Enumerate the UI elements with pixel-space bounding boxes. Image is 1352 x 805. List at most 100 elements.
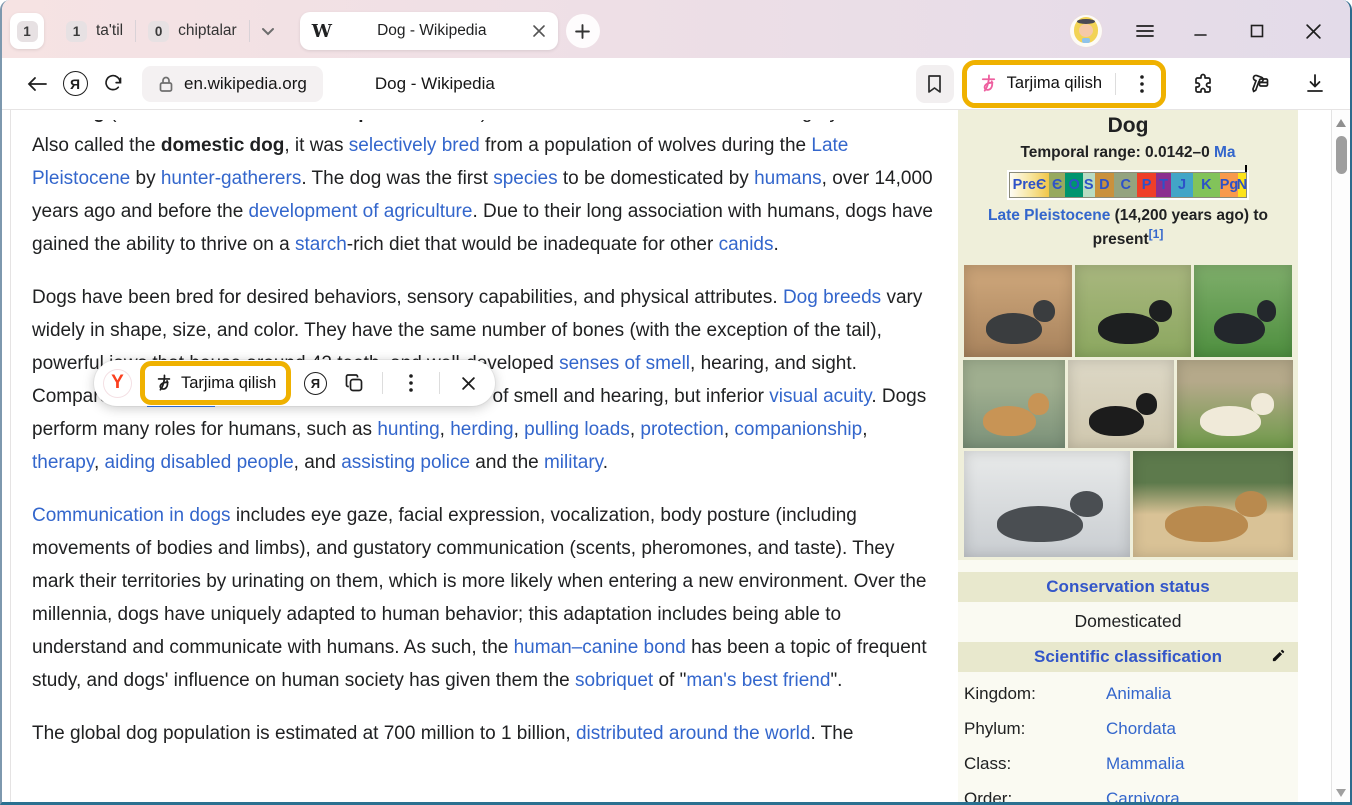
copy-icon[interactable] bbox=[339, 368, 369, 398]
article-link[interactable]: canids bbox=[719, 234, 774, 255]
yandex-search-icon[interactable]: Я bbox=[56, 65, 94, 103]
article-link[interactable]: herding bbox=[450, 419, 513, 440]
temporal-range-detail: Late Pleistocene (14,200 years ago) to p… bbox=[972, 204, 1284, 252]
password-key-icon[interactable] bbox=[1240, 65, 1278, 103]
active-tab-dog-wikipedia[interactable]: W Dog - Wikipedia bbox=[300, 12, 558, 50]
article-link[interactable]: hunting bbox=[377, 419, 439, 440]
edit-pencil-icon[interactable] bbox=[1271, 648, 1286, 663]
profile-avatar[interactable] bbox=[1070, 15, 1102, 47]
scientific-classification-header[interactable]: Scientific classification bbox=[958, 642, 1298, 672]
taxonomy-row: Class: Mammalia bbox=[964, 746, 1298, 781]
article-link[interactable]: assisting police bbox=[341, 452, 470, 473]
timescale-segment[interactable]: D bbox=[1095, 173, 1114, 197]
popup-kebab-icon[interactable] bbox=[396, 368, 426, 398]
taxonomy-value-link[interactable]: Mammalia bbox=[1106, 754, 1184, 774]
translate-kebab-icon[interactable] bbox=[1129, 65, 1155, 103]
article-link[interactable]: selectively bred bbox=[349, 135, 480, 156]
taxonomy-value-link[interactable]: Animalia bbox=[1106, 684, 1171, 704]
vertical-scrollbar[interactable] bbox=[1331, 110, 1350, 805]
scroll-up-arrow-icon[interactable] bbox=[1336, 119, 1346, 127]
article-link[interactable]: protection bbox=[640, 419, 723, 440]
timescale-segment[interactable]: P bbox=[1137, 173, 1155, 197]
canaan-dog-photo[interactable] bbox=[1075, 265, 1191, 357]
article-link[interactable]: distributed around the world bbox=[576, 723, 810, 744]
article-link[interactable]: [1] bbox=[1149, 227, 1164, 241]
timescale-segment[interactable]: K bbox=[1193, 173, 1220, 197]
article-link[interactable]: hunter-gatherers bbox=[161, 168, 301, 189]
timescale-segment[interactable]: C bbox=[1114, 173, 1137, 197]
article-link[interactable]: humans bbox=[754, 168, 822, 189]
article-link[interactable]: pulling loads bbox=[524, 419, 630, 440]
back-icon[interactable] bbox=[18, 65, 56, 103]
ma-link[interactable]: Ma bbox=[1214, 144, 1236, 161]
bookmark-icon[interactable] bbox=[916, 65, 954, 103]
yandex-logo-icon[interactable]: Y bbox=[104, 370, 131, 397]
reload-icon[interactable] bbox=[94, 65, 132, 103]
tab-chip-count-badge: 1 bbox=[66, 21, 87, 42]
new-tab-button[interactable] bbox=[566, 14, 600, 48]
extensions-puzzle-icon[interactable] bbox=[1184, 65, 1222, 103]
timescale-segment[interactable]: O bbox=[1065, 173, 1083, 197]
dog-photo-grid bbox=[958, 262, 1298, 560]
article-link[interactable]: therapy bbox=[32, 452, 94, 473]
article-link[interactable]: sobriquet bbox=[575, 670, 653, 691]
timescale-segment[interactable]: S bbox=[1083, 173, 1095, 197]
article-link[interactable]: man's best friend bbox=[686, 670, 830, 691]
popup-translate-highlight: Tarjima qilish bbox=[140, 361, 291, 405]
jack-russell-terrier-photo[interactable] bbox=[1177, 360, 1293, 448]
popup-close-icon[interactable] bbox=[453, 368, 483, 398]
article-link[interactable]: Communication in dogs bbox=[32, 505, 231, 526]
black-labrador-snow-photo[interactable] bbox=[1068, 360, 1174, 448]
timescale-segment[interactable]: Pg bbox=[1220, 173, 1238, 197]
taxonomy-value-link[interactable]: Chordata bbox=[1106, 719, 1176, 739]
japanese-chin-photo[interactable] bbox=[1194, 265, 1292, 357]
article-link[interactable]: Late Pleistocene bbox=[988, 207, 1110, 224]
mudi-dog-running-photo[interactable] bbox=[964, 265, 1072, 357]
sled-dogs-snow-photo[interactable] bbox=[964, 451, 1130, 557]
dog-nursing-puppies-sand-photo[interactable] bbox=[1133, 451, 1293, 557]
window-maximize-button[interactable] bbox=[1240, 14, 1274, 48]
text-run: and the bbox=[470, 452, 544, 473]
search-selection-icon[interactable]: Я bbox=[300, 368, 330, 398]
chevron-down-icon[interactable] bbox=[260, 23, 276, 39]
timescale-segment[interactable]: J bbox=[1171, 173, 1192, 197]
timescale-segment[interactable]: T bbox=[1156, 173, 1172, 197]
divider bbox=[1115, 73, 1116, 95]
address-bar[interactable]: en.wikipedia.org bbox=[142, 66, 323, 102]
scrollbar-thumb[interactable] bbox=[1336, 136, 1347, 174]
article-link[interactable]: starch bbox=[295, 234, 347, 255]
article-link[interactable]: military bbox=[544, 452, 603, 473]
timescale-segment[interactable]: N bbox=[1238, 173, 1246, 197]
article-link[interactable]: Dog breeds bbox=[783, 287, 881, 308]
article-link[interactable]: companionship bbox=[734, 419, 862, 440]
tab-chip-tatil[interactable]: 1 ta'til bbox=[54, 13, 135, 49]
golden-retriever-water-photo[interactable] bbox=[963, 360, 1065, 448]
tab-close-icon[interactable] bbox=[532, 24, 546, 38]
geologic-timescale-bar[interactable]: PreЄЄOSDCPTJKPgN bbox=[1009, 172, 1247, 198]
translate-button[interactable]: Tarjima qilish bbox=[967, 65, 1161, 103]
timescale-segment[interactable]: PreЄ bbox=[1010, 173, 1049, 197]
taxonomy-rank: Phylum: bbox=[964, 719, 1106, 739]
article-link[interactable]: human–canine bond bbox=[514, 637, 686, 658]
text-run: . bbox=[603, 452, 608, 473]
conservation-status-header[interactable]: Conservation status bbox=[958, 572, 1298, 602]
popup-translate-button[interactable]: Tarjima qilish bbox=[145, 366, 286, 400]
tab-group-pill[interactable]: 1 bbox=[10, 13, 44, 49]
taxonomy-value-link[interactable]: Carnivora bbox=[1106, 789, 1180, 805]
tab-chip-chiptalar[interactable]: 0 chiptalar bbox=[136, 13, 249, 49]
article-link[interactable]: senses of smell bbox=[559, 353, 690, 374]
window-minimize-button[interactable] bbox=[1184, 14, 1218, 48]
timescale-segment[interactable]: Є bbox=[1049, 173, 1066, 197]
menu-hamburger-icon[interactable] bbox=[1128, 14, 1162, 48]
window-close-button[interactable] bbox=[1296, 14, 1330, 48]
scroll-down-arrow-icon[interactable] bbox=[1336, 789, 1346, 797]
kana-a-icon bbox=[979, 74, 998, 93]
article-link[interactable]: development of agriculture bbox=[249, 201, 473, 222]
article-link[interactable]: aiding disabled people bbox=[105, 452, 294, 473]
conservation-status-value: Domesticated bbox=[958, 602, 1298, 642]
download-icon[interactable] bbox=[1296, 65, 1334, 103]
article-link[interactable]: species bbox=[493, 168, 557, 189]
divider bbox=[382, 372, 383, 394]
text-run: includes eye gaze, facial expression, vo… bbox=[32, 505, 926, 658]
article-link[interactable]: visual acuity bbox=[769, 386, 871, 407]
